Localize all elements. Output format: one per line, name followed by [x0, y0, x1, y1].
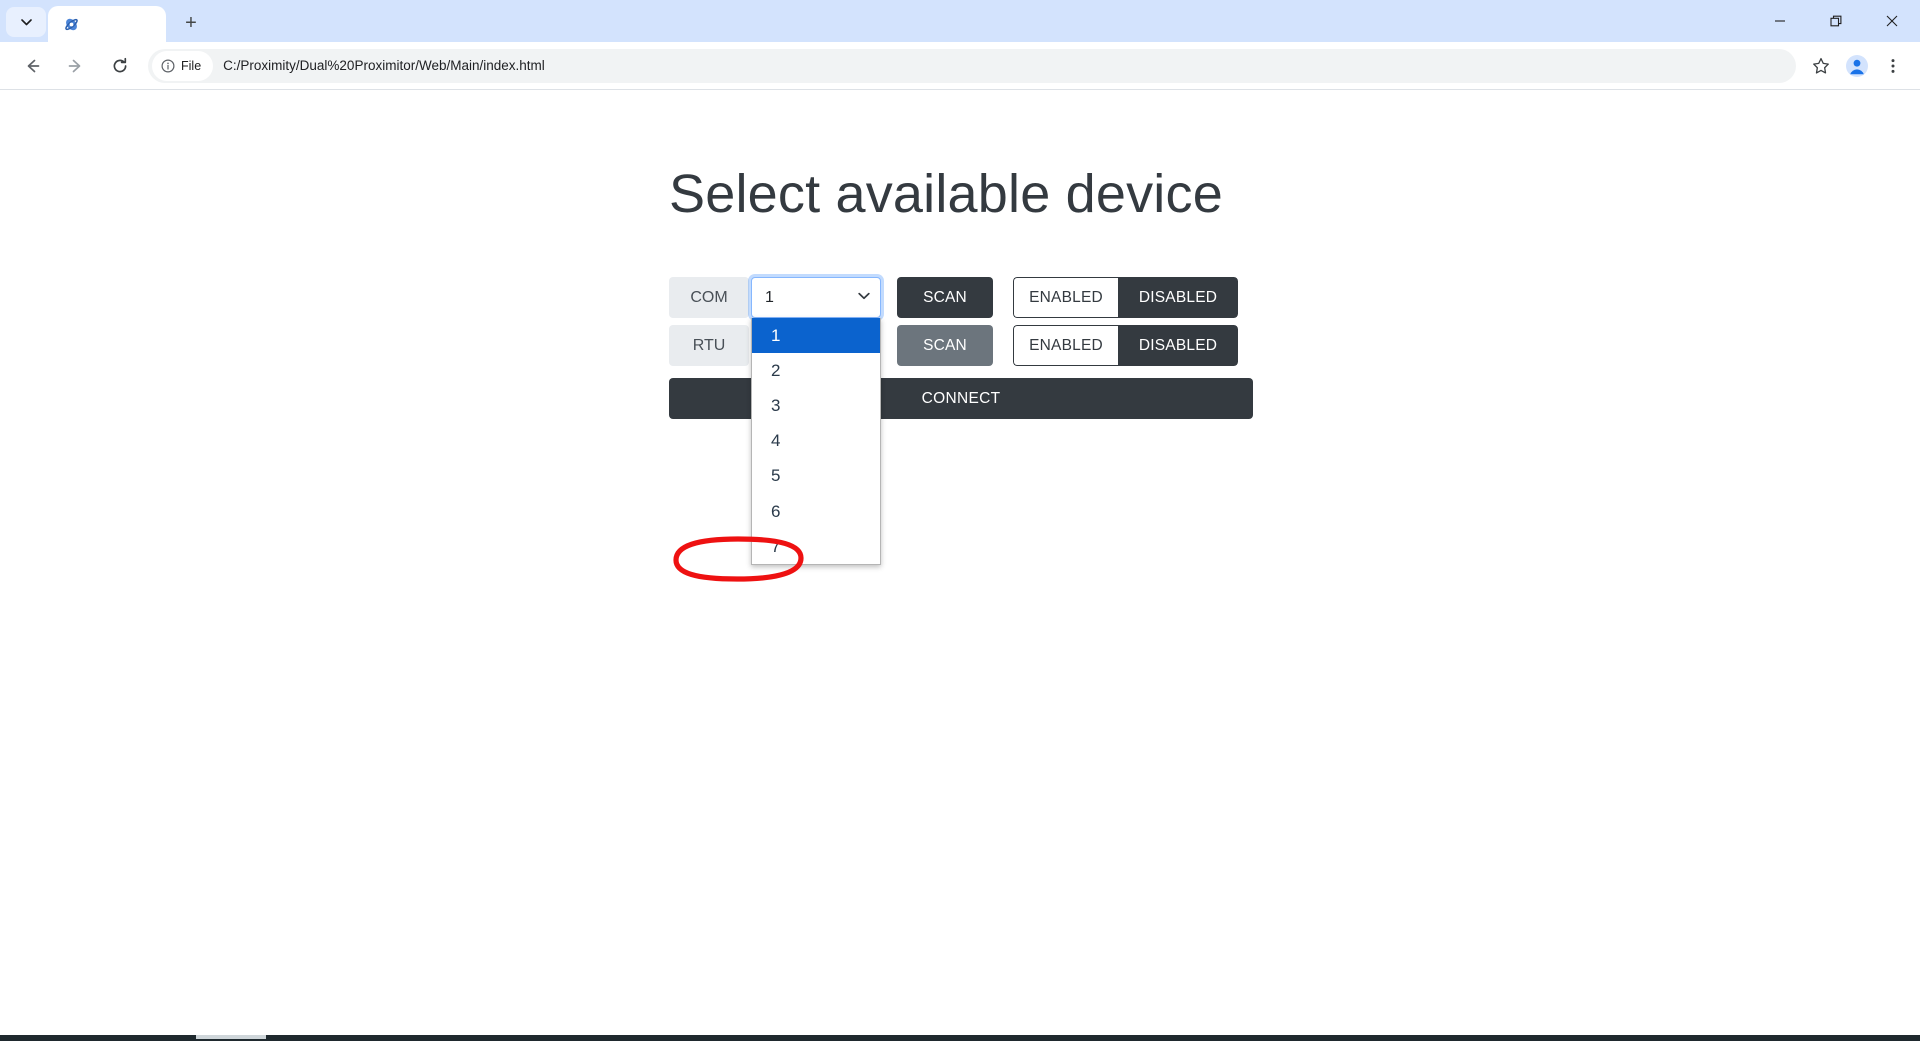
scan-button-rtu[interactable]: SCAN: [897, 325, 993, 366]
dropdown-option[interactable]: 3: [752, 388, 880, 423]
device-row-com: COM 1 1 2 3 4 5 6 7 SCAN ENABLED DISABLE…: [669, 277, 1253, 566]
minimize-icon[interactable]: [1752, 0, 1808, 42]
globe-icon: [62, 15, 80, 33]
com-port-dropdown-list[interactable]: 1 2 3 4 5 6 7: [751, 318, 881, 566]
reload-icon[interactable]: [103, 49, 137, 83]
toggle-disabled-com[interactable]: DISABLED: [1118, 277, 1238, 318]
device-controls: COM 1 1 2 3 4 5 6 7 SCAN ENABLED DISABLE…: [669, 277, 1253, 566]
tab-search-chevron-down-icon[interactable]: [6, 7, 46, 37]
url-scheme-badge[interactable]: File: [152, 50, 214, 81]
address-bar[interactable]: File C:/Proximity/Dual%20Proximitor/Web/…: [148, 48, 1796, 83]
three-dot-menu-icon[interactable]: [1876, 49, 1910, 83]
toggle-disabled-rtu[interactable]: DISABLED: [1118, 325, 1238, 366]
com-port-select[interactable]: 1: [751, 277, 881, 318]
bottom-edge-highlight: [196, 1035, 266, 1039]
toggle-enabled-com[interactable]: ENABLED: [1013, 277, 1118, 318]
browser-toolbar: File C:/Proximity/Dual%20Proximitor/Web/…: [0, 42, 1920, 90]
window-controls: [1752, 0, 1920, 42]
row-label-rtu: RTU: [669, 325, 749, 366]
toggle-group-com: ENABLED DISABLED: [1013, 277, 1238, 318]
toggle-group-rtu: ENABLED DISABLED: [1013, 325, 1238, 366]
toolbar-icon-group: [1804, 49, 1910, 83]
dropdown-option[interactable]: 2: [752, 353, 880, 388]
toggle-enabled-rtu[interactable]: ENABLED: [1013, 325, 1118, 366]
row-label-com: COM: [669, 277, 749, 318]
com-port-select-wrapper: 1 1 2 3 4 5 6 7: [751, 277, 881, 566]
page-viewport: Select available device COM 1 1 2 3 4 5 …: [0, 91, 1920, 1041]
browser-tab[interactable]: [48, 6, 166, 42]
dropdown-option[interactable]: 4: [752, 424, 880, 459]
chevron-down-icon: [858, 292, 870, 303]
dropdown-option-annotated[interactable]: 7: [752, 529, 880, 564]
back-arrow-icon[interactable]: [15, 49, 49, 83]
star-icon[interactable]: [1804, 49, 1838, 83]
maximize-icon[interactable]: [1808, 0, 1864, 42]
browser-window: + File C:/Proximity/Dual%20Proximitor/We…: [0, 0, 1920, 1041]
address-bar-url: C:/Proximity/Dual%20Proximitor/Web/Main/…: [223, 58, 545, 73]
page-title: Select available device: [669, 164, 1223, 224]
tab-strip: +: [0, 0, 1920, 42]
new-tab-button[interactable]: +: [174, 6, 208, 40]
bottom-edge-bar: [0, 1035, 1920, 1041]
dropdown-option[interactable]: 5: [752, 459, 880, 494]
forward-arrow-icon[interactable]: [59, 49, 93, 83]
dropdown-option[interactable]: 6: [752, 494, 880, 529]
scan-button-com[interactable]: SCAN: [897, 277, 993, 318]
profile-avatar-icon[interactable]: [1840, 49, 1874, 83]
close-icon[interactable]: [1864, 0, 1920, 42]
scheme-badge-label: File: [181, 58, 202, 73]
dropdown-option[interactable]: 1: [752, 318, 880, 354]
com-port-select-value: 1: [765, 288, 774, 306]
info-circle-icon: [161, 58, 175, 73]
